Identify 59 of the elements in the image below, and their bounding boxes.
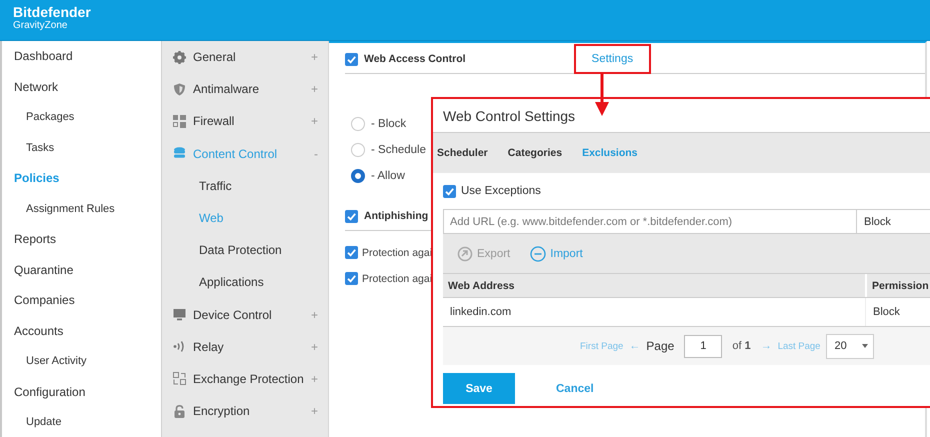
page-label: Page	[646, 339, 674, 353]
menu-item[interactable]: Antimalware	[193, 82, 304, 96]
checkbox[interactable]	[345, 210, 358, 222]
gear-icon	[173, 50, 186, 64]
checkbox[interactable]	[345, 272, 358, 285]
radio-label: - Allow	[371, 170, 405, 182]
nav-item[interactable]: Tasks	[26, 142, 54, 154]
menu-item[interactable]: General	[193, 50, 304, 64]
product-name: GravityZone	[13, 20, 68, 32]
brand-name: Bitdefender	[13, 5, 91, 20]
nav-item[interactable]: Network	[14, 80, 58, 94]
monitor-icon	[173, 308, 186, 322]
nav-item[interactable]: Update	[26, 416, 62, 428]
submenu-item[interactable]: Data Protection	[199, 243, 318, 258]
submenu-item[interactable]: Traffic	[199, 178, 318, 193]
shield-icon	[173, 82, 186, 96]
menu-item[interactable]: Exchange Protection	[193, 372, 304, 386]
grid-icon	[173, 114, 186, 128]
permission-select[interactable]: Block	[857, 209, 930, 234]
lock-icon	[173, 404, 186, 418]
exchange-icon	[173, 372, 186, 386]
checkbox[interactable]	[345, 52, 358, 66]
database-icon	[173, 147, 186, 160]
page-field[interactable]: 1	[684, 334, 722, 358]
url-field[interactable]: Add URL (e.g. www.bitdefender.com or *.bitdefender.com)	[443, 209, 857, 234]
nav-item[interactable]: User Activity	[26, 355, 87, 368]
menu-item[interactable]: Firewall	[193, 114, 304, 128]
radio-button[interactable]	[351, 169, 365, 183]
table-cell: Block	[865, 298, 930, 326]
nav-item[interactable]: Assignment Rules	[26, 202, 115, 215]
checkbox[interactable]	[345, 246, 358, 259]
dialog-title: Web Control Settings	[443, 108, 576, 124]
checkbox[interactable]	[443, 184, 456, 198]
menu-item[interactable]: Encryption	[193, 404, 304, 418]
tab[interactable]: Categories	[508, 147, 562, 159]
export-icon	[457, 246, 473, 262]
nav-item[interactable]: Reports	[14, 232, 56, 246]
page-size-select[interactable]: 20	[826, 334, 874, 358]
table-cell-text: linkedin.com	[449, 305, 512, 320]
column-header: Web Address	[447, 278, 516, 294]
nav-item[interactable]: Configuration	[14, 384, 86, 399]
nav-item[interactable]: Companies	[14, 293, 75, 308]
checkbox-label: Use Exceptions	[461, 185, 541, 197]
nav-item[interactable]: Packages	[26, 111, 74, 124]
nav-item[interactable]: Dashboard	[14, 49, 73, 64]
minus-circle-icon	[530, 246, 546, 262]
radio-label: - Schedule	[371, 144, 426, 156]
page-count: of 1	[731, 340, 752, 352]
section-title: Antiphishing	[364, 210, 428, 222]
nav-item[interactable]: Quarantine	[14, 262, 74, 277]
section-title: Web Access Control	[364, 53, 466, 65]
radio-label: - Block	[371, 118, 406, 130]
menu-item[interactable]: Relay	[193, 340, 304, 354]
tab[interactable]: Scheduler	[437, 147, 488, 159]
caret-icon	[862, 344, 868, 348]
submenu-item[interactable]: Applications	[199, 275, 318, 290]
signal-icon	[173, 340, 186, 354]
nav-item[interactable]: Accounts	[14, 324, 64, 338]
menu-item[interactable]: Device Control	[193, 308, 304, 322]
